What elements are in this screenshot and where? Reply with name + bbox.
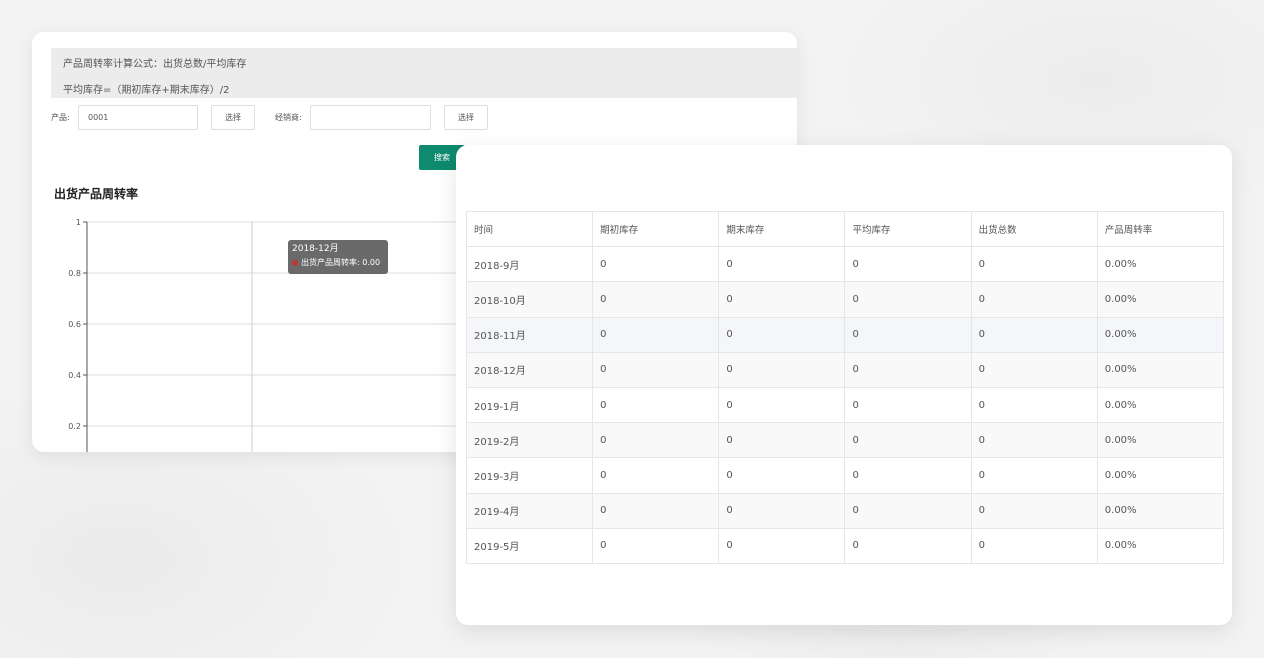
tooltip-category: 2018-12月 <box>292 244 339 254</box>
header-opening-stock: 期初库存 <box>592 210 720 248</box>
table-cell: 0 <box>592 492 720 529</box>
table-cell: 0 <box>718 457 846 494</box>
table-cell: 2018-11月 <box>465 316 594 353</box>
formula-line-1: 产品周转率计算公式：出货总数/平均库存 <box>63 59 247 70</box>
chart-title: 出货产品周转率 <box>54 187 139 201</box>
formula-line-2: 平均库存=（期初库存+期末库存）/2 <box>63 85 230 96</box>
table-row: 2019-3月 0 0 0 0 0.00% <box>465 457 1225 494</box>
table-row: 2019-5月 0 0 0 0 0.00% <box>465 527 1225 564</box>
table-cell: 0 <box>844 281 972 318</box>
y-tick-label: 0.4 <box>68 371 81 380</box>
table-cell: 2019-1月 <box>465 386 594 424</box>
table-cell: 0 <box>718 386 846 424</box>
table-cell: 2018-12月 <box>465 351 594 388</box>
table-cell: 0 <box>970 386 1098 424</box>
product-label: 产品: <box>51 113 70 122</box>
table-body: 2018-9月 0 0 0 0 0.00% 2018-10月 0 0 0 0 0.00% 2018-11… <box>465 246 1225 564</box>
table-cell: 2019-2月 <box>465 422 594 459</box>
table-cell: 0 <box>718 316 846 353</box>
table-cell: 0 <box>592 527 720 564</box>
table-cell: 0 <box>592 316 720 353</box>
table-cell: 0 <box>718 492 846 529</box>
table-cell: 0 <box>592 422 720 459</box>
table-cell: 0.00% <box>1096 246 1225 283</box>
chart-svg: 1 0.8 0.6 0.4 0.2 <box>68 218 474 452</box>
table-cell: 0 <box>970 457 1098 494</box>
table-cell: 0 <box>592 281 720 318</box>
product-input[interactable]: 0001 <box>78 105 198 130</box>
table-cell: 0 <box>844 246 972 283</box>
tooltip-value: 0.00 <box>362 258 381 267</box>
table-cell: 0 <box>592 246 720 283</box>
table-cell: 0 <box>844 492 972 529</box>
header-average-stock: 平均库存 <box>844 210 972 248</box>
table-cell: 0.00% <box>1096 351 1225 388</box>
dealer-label: 经销商: <box>275 113 302 122</box>
table-cell: 0 <box>970 422 1098 459</box>
turnover-table: 时间 期初库存 期末库存 平均库存 出货总数 产品周转率 2018-9月 0 0 0 0… <box>465 210 1225 564</box>
table-cell: 0 <box>970 246 1098 283</box>
table-cell: 2019-3月 <box>465 457 594 494</box>
table-cell: 0 <box>592 351 720 388</box>
dealer-select-button[interactable]: 选择 <box>444 105 488 130</box>
header-turnover-rate: 产品周转率 <box>1096 210 1225 248</box>
y-tick-label: 0.8 <box>68 269 81 278</box>
table-cell: 0.00% <box>1096 316 1225 353</box>
table-row: 2018-11月 0 0 0 0 0.00% <box>465 316 1225 353</box>
table-cell: 0 <box>970 351 1098 388</box>
table-cell: 0 <box>718 281 846 318</box>
table-cell: 2018-10月 <box>465 281 594 318</box>
table-cell: 0 <box>970 492 1098 529</box>
table-cell: 0 <box>844 457 972 494</box>
table-row: 2018-9月 0 0 0 0 0.00% <box>465 246 1225 283</box>
table-cell: 0 <box>970 281 1098 318</box>
tooltip-series-row: 出货产品周转率 : 0.00 <box>292 258 384 268</box>
table-row: 2019-1月 0 0 0 0 0.00% <box>465 386 1225 424</box>
table-row: 2018-12月 0 0 0 0 0.00% <box>465 351 1225 388</box>
table-cell: 0.00% <box>1096 527 1225 564</box>
table-header-row: 时间 期初库存 期末库存 平均库存 出货总数 产品周转率 <box>465 210 1225 248</box>
table-cell: 0 <box>592 386 720 424</box>
table-cell: 2018-9月 <box>465 246 594 283</box>
table-cell: 0.00% <box>1096 457 1225 494</box>
table-cell: 2019-4月 <box>465 492 594 529</box>
series-color-dot <box>292 260 298 266</box>
table-cell: 0 <box>718 527 846 564</box>
turnover-chart: 1 0.8 0.6 0.4 0.2 <box>54 210 474 452</box>
header-total-shipped: 出货总数 <box>970 210 1098 248</box>
table-cell: 0 <box>718 422 846 459</box>
table-cell: 0 <box>718 246 846 283</box>
table-cell: 0 <box>844 527 972 564</box>
header-time: 时间 <box>465 210 594 248</box>
tooltip-series-name: 出货产品周转率 <box>301 258 357 267</box>
product-select-button[interactable]: 选择 <box>211 105 255 130</box>
table-row: 2018-10月 0 0 0 0 0.00% <box>465 281 1225 318</box>
table-cell: 0 <box>844 422 972 459</box>
header-closing-stock: 期末库存 <box>718 210 846 248</box>
table-cell: 0.00% <box>1096 281 1225 318</box>
y-tick-label: 0.6 <box>68 320 81 329</box>
table-cell: 0 <box>844 316 972 353</box>
table-cell: 0 <box>718 351 846 388</box>
table-cell: 0 <box>844 386 972 424</box>
chart-tooltip: 2018-12月 出货产品周转率 : 0.00 <box>288 240 388 274</box>
y-tick-label: 0.2 <box>68 422 81 431</box>
table-cell: 0.00% <box>1096 386 1225 424</box>
table-row: 2019-2月 0 0 0 0 0.00% <box>465 422 1225 459</box>
table-cell: 0 <box>592 457 720 494</box>
table-cell: 2019-5月 <box>465 527 594 564</box>
table-cell: 0 <box>970 316 1098 353</box>
table-cell: 0.00% <box>1096 422 1225 459</box>
formula-box: 产品周转率计算公式：出货总数/平均库存 平均库存=（期初库存+期末库存）/2 <box>51 48 797 98</box>
y-tick-label: 1 <box>76 218 81 227</box>
turnover-table-panel: 时间 期初库存 期末库存 平均库存 出货总数 产品周转率 2018-9月 0 0 0 0… <box>456 145 1232 625</box>
table-cell: 0.00% <box>1096 492 1225 529</box>
table-cell: 0 <box>970 527 1098 564</box>
table-row: 2019-4月 0 0 0 0 0.00% <box>465 492 1225 529</box>
dealer-input[interactable] <box>310 105 431 130</box>
table-cell: 0 <box>844 351 972 388</box>
